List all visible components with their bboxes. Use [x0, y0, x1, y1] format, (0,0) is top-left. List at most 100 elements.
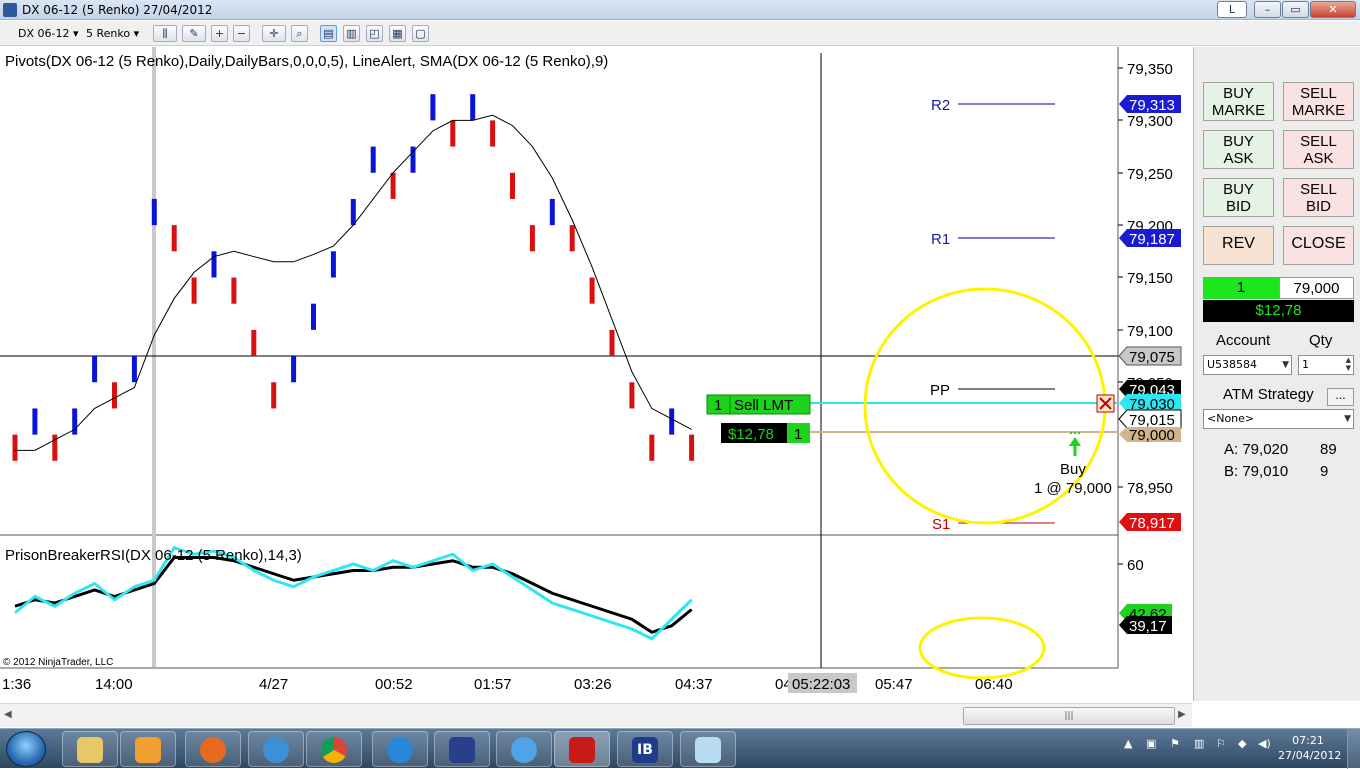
stepper-arrows-icon[interactable]: ▲ ▼: [1346, 356, 1351, 372]
pnl-value: $12,78: [728, 426, 774, 443]
close-button[interactable]: ✕: [1310, 1, 1356, 18]
taskbar-ninjatrader[interactable]: [434, 731, 490, 767]
reverse-button[interactable]: REV: [1203, 226, 1274, 265]
scroll-right-icon[interactable]: ▶: [1178, 709, 1186, 720]
execution-side: Buy: [1060, 461, 1086, 478]
instrument-label: DX 06-12: [18, 27, 70, 40]
show-desktop-button[interactable]: [1347, 729, 1360, 769]
bid-price: B: 79,010: [1224, 463, 1289, 480]
crosshair-time: 05:22:03: [792, 676, 850, 693]
taskbar-trading-app[interactable]: [554, 731, 610, 767]
chart-area[interactable]: R2 R1 PP S1 Buy 1 @ 79,000 1 Sell LMT $1…: [0, 47, 1192, 701]
price-tick: 79,350: [1127, 61, 1173, 78]
renko-brick: [211, 251, 217, 278]
renko-brick: [251, 329, 257, 357]
sell-market-button[interactable]: SELL MARKE: [1283, 82, 1354, 121]
zoom-in-icon[interactable]: +: [211, 25, 228, 42]
minimize-button[interactable]: –: [1254, 1, 1281, 18]
taskbar-chrome[interactable]: [306, 731, 362, 767]
data-box-icon[interactable]: ▢: [412, 25, 429, 42]
close-position-button[interactable]: CLOSE: [1283, 226, 1354, 265]
taskbar-ie[interactable]: [372, 731, 428, 767]
start-button[interactable]: [6, 731, 46, 767]
tray-expand-icon[interactable]: ▲: [1124, 737, 1132, 750]
tray-flag-icon[interactable]: ⚑: [1170, 737, 1180, 750]
quantity-stepper[interactable]: 1 ▲ ▼: [1298, 355, 1354, 375]
zoom-out-icon[interactable]: −: [233, 25, 250, 42]
tab-l-button[interactable]: L: [1217, 1, 1247, 18]
crosshair-icon[interactable]: ✛: [262, 25, 286, 42]
rsi-slow-line: [14, 556, 693, 634]
renko-brick: [131, 356, 137, 383]
clock-date: 27/04/2012: [1278, 749, 1342, 762]
maximize-button[interactable]: ▭: [1282, 1, 1309, 18]
taskbar-clock[interactable]: 07:21 27/04/2012: [1278, 733, 1342, 763]
taskbar-safari[interactable]: [248, 731, 304, 767]
notes-icon: [695, 737, 721, 763]
taskbar-notes[interactable]: [680, 731, 736, 767]
chart-trader-panel: BUY MARKE SELL MARKE BUY ASK SELL ASK BUY BID…: [1193, 47, 1360, 701]
firefox-icon: [200, 737, 226, 763]
atm-strategy-select[interactable]: <None> ▼: [1203, 409, 1354, 429]
media-player-icon: [135, 737, 161, 763]
tray-clipboard-icon[interactable]: ▣: [1146, 737, 1156, 750]
time-tick: 05:47: [875, 676, 913, 693]
renko-brick: [92, 356, 98, 383]
renko-brick: [669, 408, 675, 435]
price-tick: 78,950: [1127, 480, 1173, 497]
instrument-selector[interactable]: DX 06-12 ▾: [18, 24, 80, 43]
taskbar-firefox[interactable]: [185, 731, 241, 767]
taskbar-explorer[interactable]: [62, 731, 118, 767]
buy-execution-marker: [1069, 432, 1081, 456]
price-tick: 79,250: [1127, 166, 1173, 183]
scrollbar-thumb[interactable]: |||: [963, 707, 1175, 725]
time-tick: 03:26: [574, 676, 612, 693]
scroll-left-icon[interactable]: ◀: [4, 709, 12, 720]
r2-label: R2: [931, 97, 950, 114]
r1-label: R1: [931, 231, 950, 248]
renko-brick: [390, 172, 396, 199]
renko-brick: [231, 277, 237, 304]
taskbar-ib[interactable]: IB: [617, 731, 673, 767]
indicators-icon[interactable]: ▥: [343, 25, 360, 42]
chart-trader-icon[interactable]: ▤: [320, 25, 337, 42]
price-markers: 79,313 79,187 79,075 79,043 79,030 79,01…: [1118, 95, 1182, 532]
tray-action-center-icon[interactable]: ⚐: [1216, 737, 1226, 750]
period-label: 5 Renko: [86, 27, 131, 40]
magnifier-icon[interactable]: ⌕: [291, 25, 308, 42]
renko-brick: [649, 434, 655, 461]
taskbar-itunes[interactable]: [496, 731, 552, 767]
itunes-icon: [511, 737, 537, 763]
price-tick: 79,150: [1127, 270, 1173, 287]
window-title: DX 06-12 (5 Renko) 27/04/2012: [22, 3, 213, 17]
time-tick: 14:00: [95, 676, 133, 693]
account-select[interactable]: U538584 ▼: [1203, 355, 1292, 375]
highlight-circle-rsi: [918, 616, 1046, 680]
atm-strategy-options-button[interactable]: ...: [1327, 388, 1354, 406]
bar-type-icon[interactable]: ⫼: [153, 25, 177, 42]
renko-brick: [32, 408, 38, 435]
r2-marker-text: 79,313: [1129, 97, 1175, 114]
buy-ask-button[interactable]: BUY ASK: [1203, 130, 1274, 169]
ask-price: A: 79,020: [1224, 441, 1289, 458]
tray-volume-icon[interactable]: ◀): [1258, 737, 1271, 750]
strategies-icon[interactable]: ◰: [366, 25, 383, 42]
chart-scrollbar[interactable]: ◀ ||| ▶: [0, 703, 1192, 727]
draw-pencil-icon[interactable]: ✎: [182, 25, 206, 42]
sell-bid-button[interactable]: SELL BID: [1283, 178, 1354, 217]
renko-brick: [689, 434, 695, 461]
tray-dropbox-icon[interactable]: ◆: [1238, 737, 1246, 750]
properties-icon[interactable]: ▦: [389, 25, 406, 42]
period-selector[interactable]: 5 Renko ▾: [86, 24, 146, 43]
buy-market-button[interactable]: BUY MARKE: [1203, 82, 1274, 121]
position-marker-text: 79,000: [1129, 427, 1175, 444]
sell-ask-button[interactable]: SELL ASK: [1283, 130, 1354, 169]
renko-brick: [291, 356, 297, 383]
session-separator: [152, 47, 156, 667]
tray-network-icon[interactable]: ▥: [1194, 737, 1204, 750]
indicator-label: Pivots(DX 06-12 (5 Renko),Daily,DailyBar…: [5, 53, 608, 70]
taskbar-media-player[interactable]: [120, 731, 176, 767]
chart-canvas[interactable]: R2 R1 PP S1 Buy 1 @ 79,000 1 Sell LMT $1…: [0, 47, 1192, 701]
buy-bid-button[interactable]: BUY BID: [1203, 178, 1274, 217]
renko-brick: [609, 329, 615, 357]
